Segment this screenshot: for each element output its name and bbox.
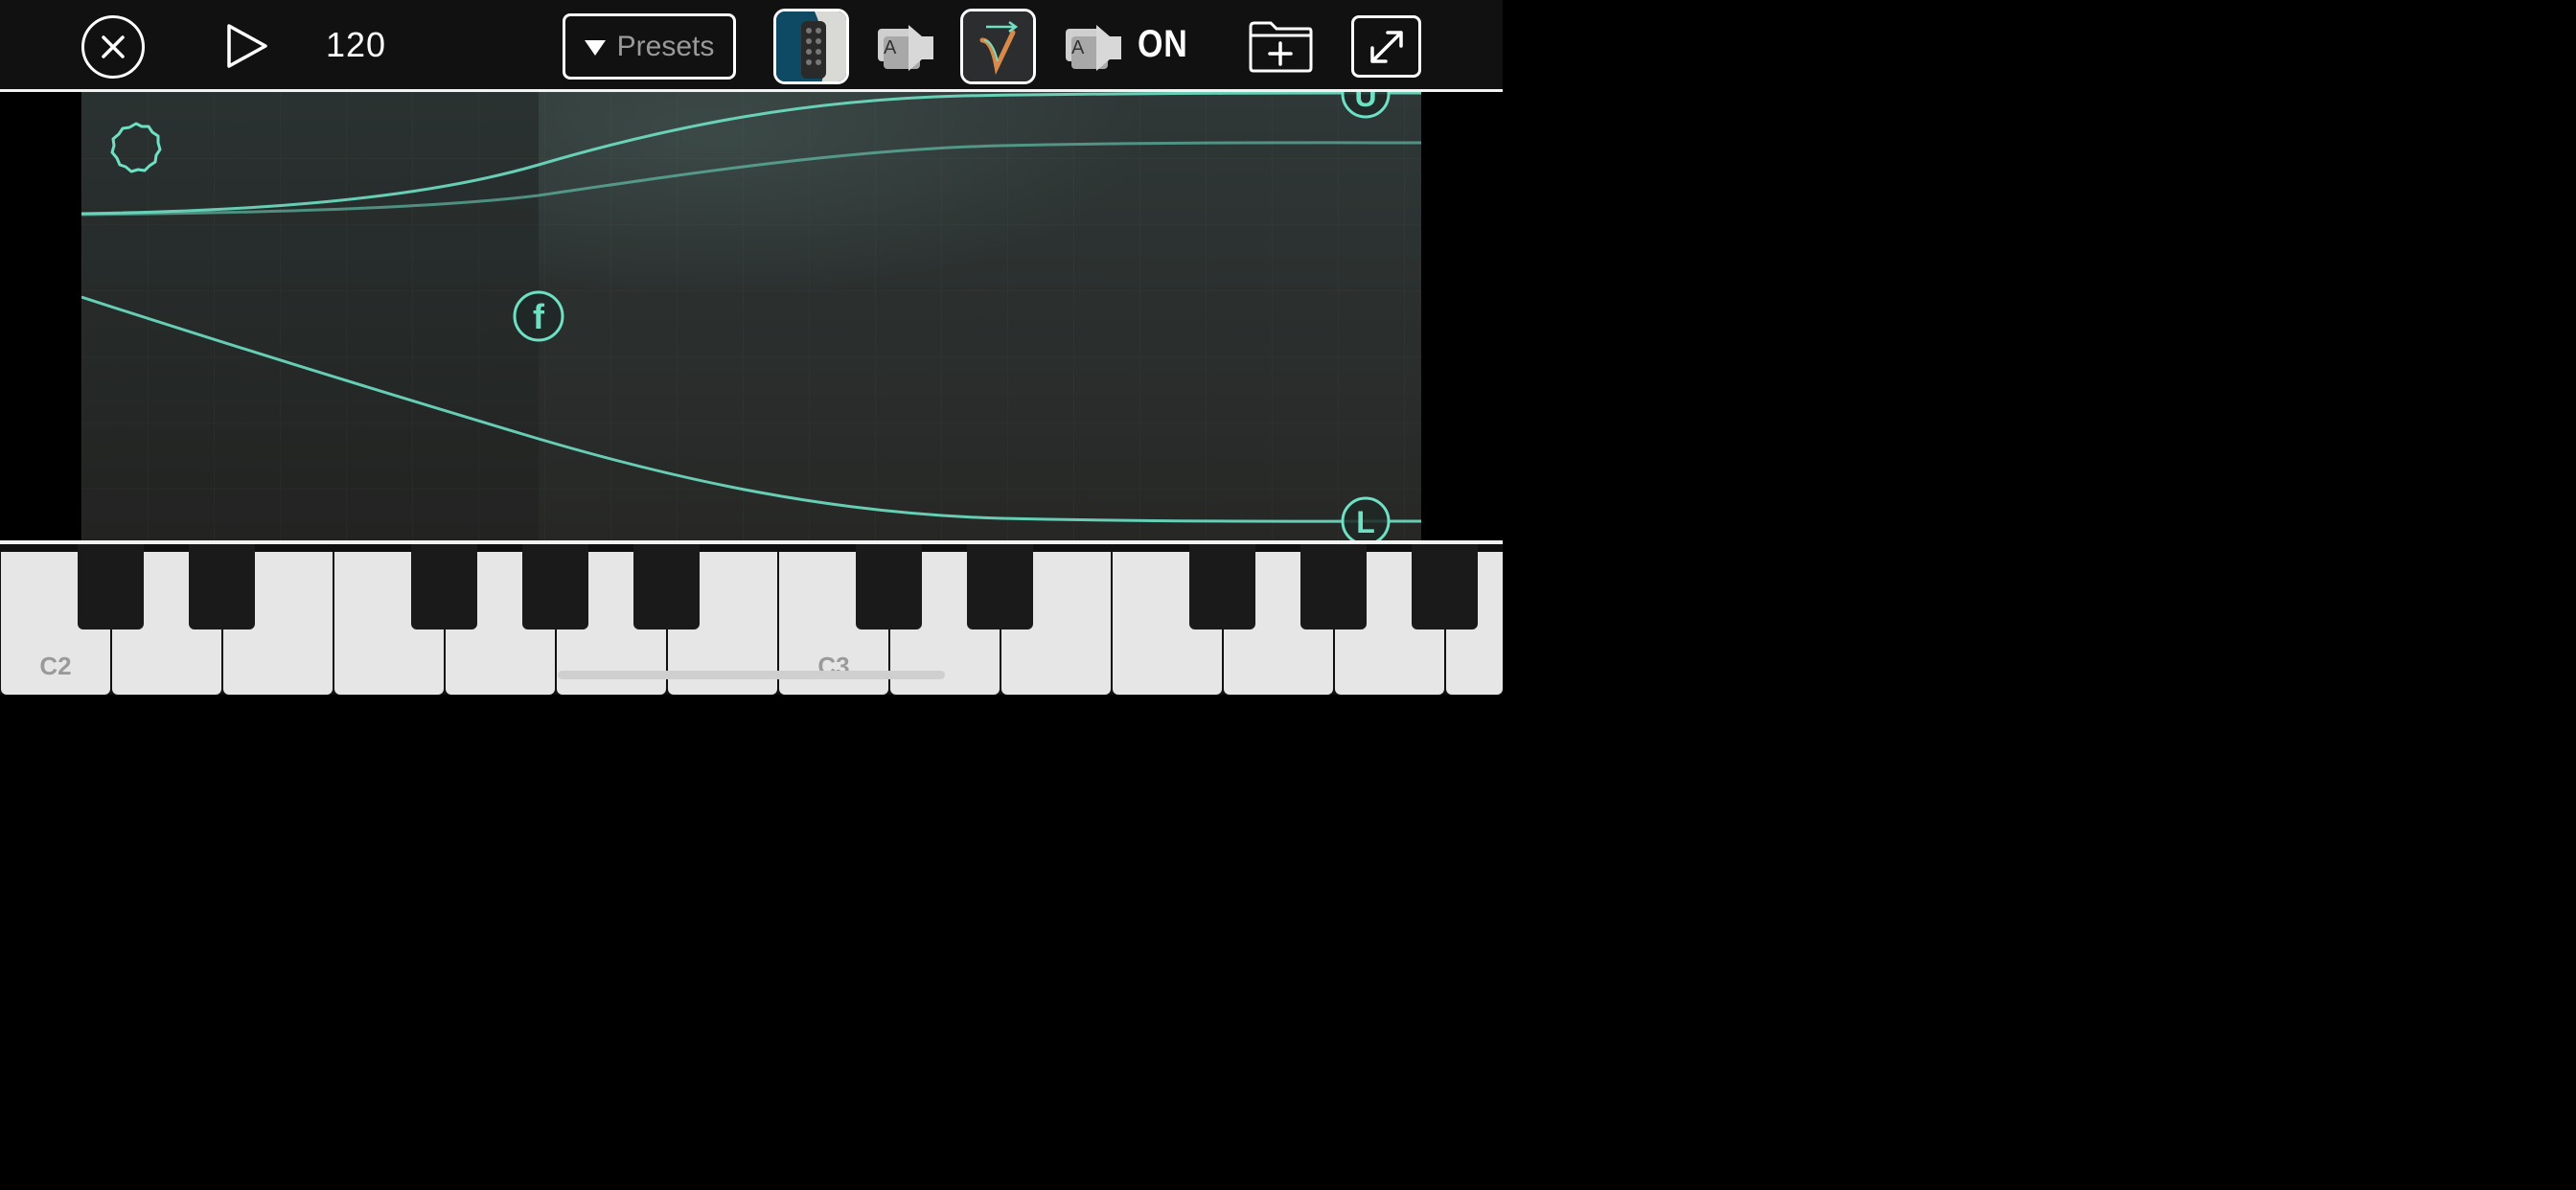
- black-key[interactable]: [1189, 544, 1255, 629]
- v-logo-plugin-thumbnail[interactable]: [960, 9, 1036, 84]
- v-logo-icon: [963, 11, 1033, 81]
- presets-dropdown[interactable]: Presets: [563, 13, 736, 80]
- svg-text:A: A: [1071, 37, 1085, 58]
- handle-l-label: L: [1356, 505, 1375, 539]
- svg-text:A: A: [884, 37, 897, 58]
- play-button[interactable]: [218, 21, 272, 71]
- curve-editor-panel[interactable]: f U L: [81, 92, 1421, 540]
- dropdown-triangle-icon: [584, 39, 606, 56]
- expand-icon: [1369, 30, 1403, 63]
- grid: [81, 92, 1421, 540]
- presets-label: Presets: [616, 30, 715, 62]
- black-key[interactable]: [411, 544, 477, 629]
- key-label-c2: C2: [39, 652, 72, 680]
- black-key[interactable]: [1412, 544, 1478, 629]
- tempo-value[interactable]: 120: [326, 25, 386, 65]
- handle-u-label: U: [1354, 92, 1376, 113]
- folder-add-icon: [1249, 21, 1313, 73]
- black-key[interactable]: [189, 544, 255, 629]
- handle-f[interactable]: f: [513, 290, 564, 342]
- close-icon: [102, 35, 125, 58]
- play-icon: [227, 24, 267, 68]
- audio-unit-sync-icon[interactable]: A: [1064, 21, 1123, 75]
- handle-l[interactable]: L: [1341, 496, 1391, 540]
- black-key[interactable]: [967, 544, 1033, 629]
- add-folder-button[interactable]: [1248, 19, 1313, 73]
- home-indicator[interactable]: [558, 671, 945, 679]
- black-key[interactable]: [522, 544, 588, 629]
- black-key[interactable]: [1300, 544, 1367, 629]
- toolbar: 120 Presets A A ON: [0, 0, 1503, 89]
- keypad-icon: [776, 11, 846, 81]
- audio-unit-icon[interactable]: A: [876, 21, 935, 75]
- expand-button[interactable]: [1351, 15, 1421, 78]
- curve-editor-canvas: f U L: [81, 92, 1421, 540]
- handle-f-label: f: [533, 297, 545, 336]
- sync-status-label[interactable]: ON: [1138, 23, 1188, 66]
- black-key[interactable]: [78, 544, 144, 629]
- black-key[interactable]: [856, 544, 922, 629]
- keypad-plugin-thumbnail[interactable]: [773, 9, 849, 84]
- close-button[interactable]: [81, 15, 145, 79]
- black-key[interactable]: [633, 544, 700, 629]
